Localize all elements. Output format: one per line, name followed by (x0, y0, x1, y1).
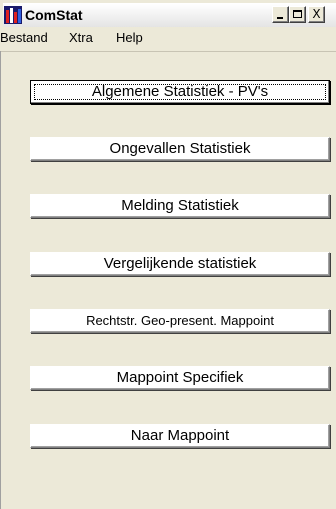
button-label: Mappoint Specifiek (116, 369, 244, 386)
ongevallen-statistiek-button[interactable]: Ongevallen Statistiek (30, 137, 330, 161)
naar-mappoint-button[interactable]: Naar Mappoint (30, 424, 330, 448)
menu-bestand[interactable]: Bestand (0, 30, 48, 45)
button-label: Melding Statistiek (121, 197, 239, 214)
button-label: Naar Mappoint (130, 427, 230, 444)
menu-bar: Bestand Xtra Help (0, 27, 336, 52)
algemene-statistiek-button[interactable]: Algemene Statistiek - PV's (30, 80, 330, 104)
app-chart-icon[interactable] (4, 6, 22, 24)
vergelijkende-statistiek-button[interactable]: Vergelijkende statistiek (30, 252, 330, 276)
window-left-border (0, 51, 1, 509)
menu-help[interactable]: Help (116, 30, 143, 45)
maximize-icon (293, 10, 302, 18)
button-label: Algemene Statistiek - PV's (91, 83, 269, 100)
maximize-button[interactable] (289, 6, 306, 23)
melding-statistiek-button[interactable]: Melding Statistiek (30, 194, 330, 218)
minimize-icon (277, 17, 283, 19)
comstat-window: ComStat X Bestand Xtra Help Algemene Sta… (0, 0, 336, 509)
window-title: ComStat (25, 7, 83, 23)
minimize-button[interactable] (272, 6, 289, 23)
rechtstr-geo-present-mappoint-button[interactable]: Rechtstr. Geo-present. Mappoint (30, 309, 330, 333)
mappoint-specifiek-button[interactable]: Mappoint Specifiek (30, 366, 330, 390)
button-label: Ongevallen Statistiek (109, 140, 251, 157)
button-label: Rechtstr. Geo-present. Mappoint (86, 313, 274, 328)
close-button[interactable]: X (308, 6, 325, 23)
title-bar[interactable]: ComStat X (3, 3, 336, 27)
button-label: Vergelijkende statistiek (103, 255, 257, 272)
close-icon: X (312, 7, 321, 21)
menu-xtra[interactable]: Xtra (69, 30, 93, 45)
